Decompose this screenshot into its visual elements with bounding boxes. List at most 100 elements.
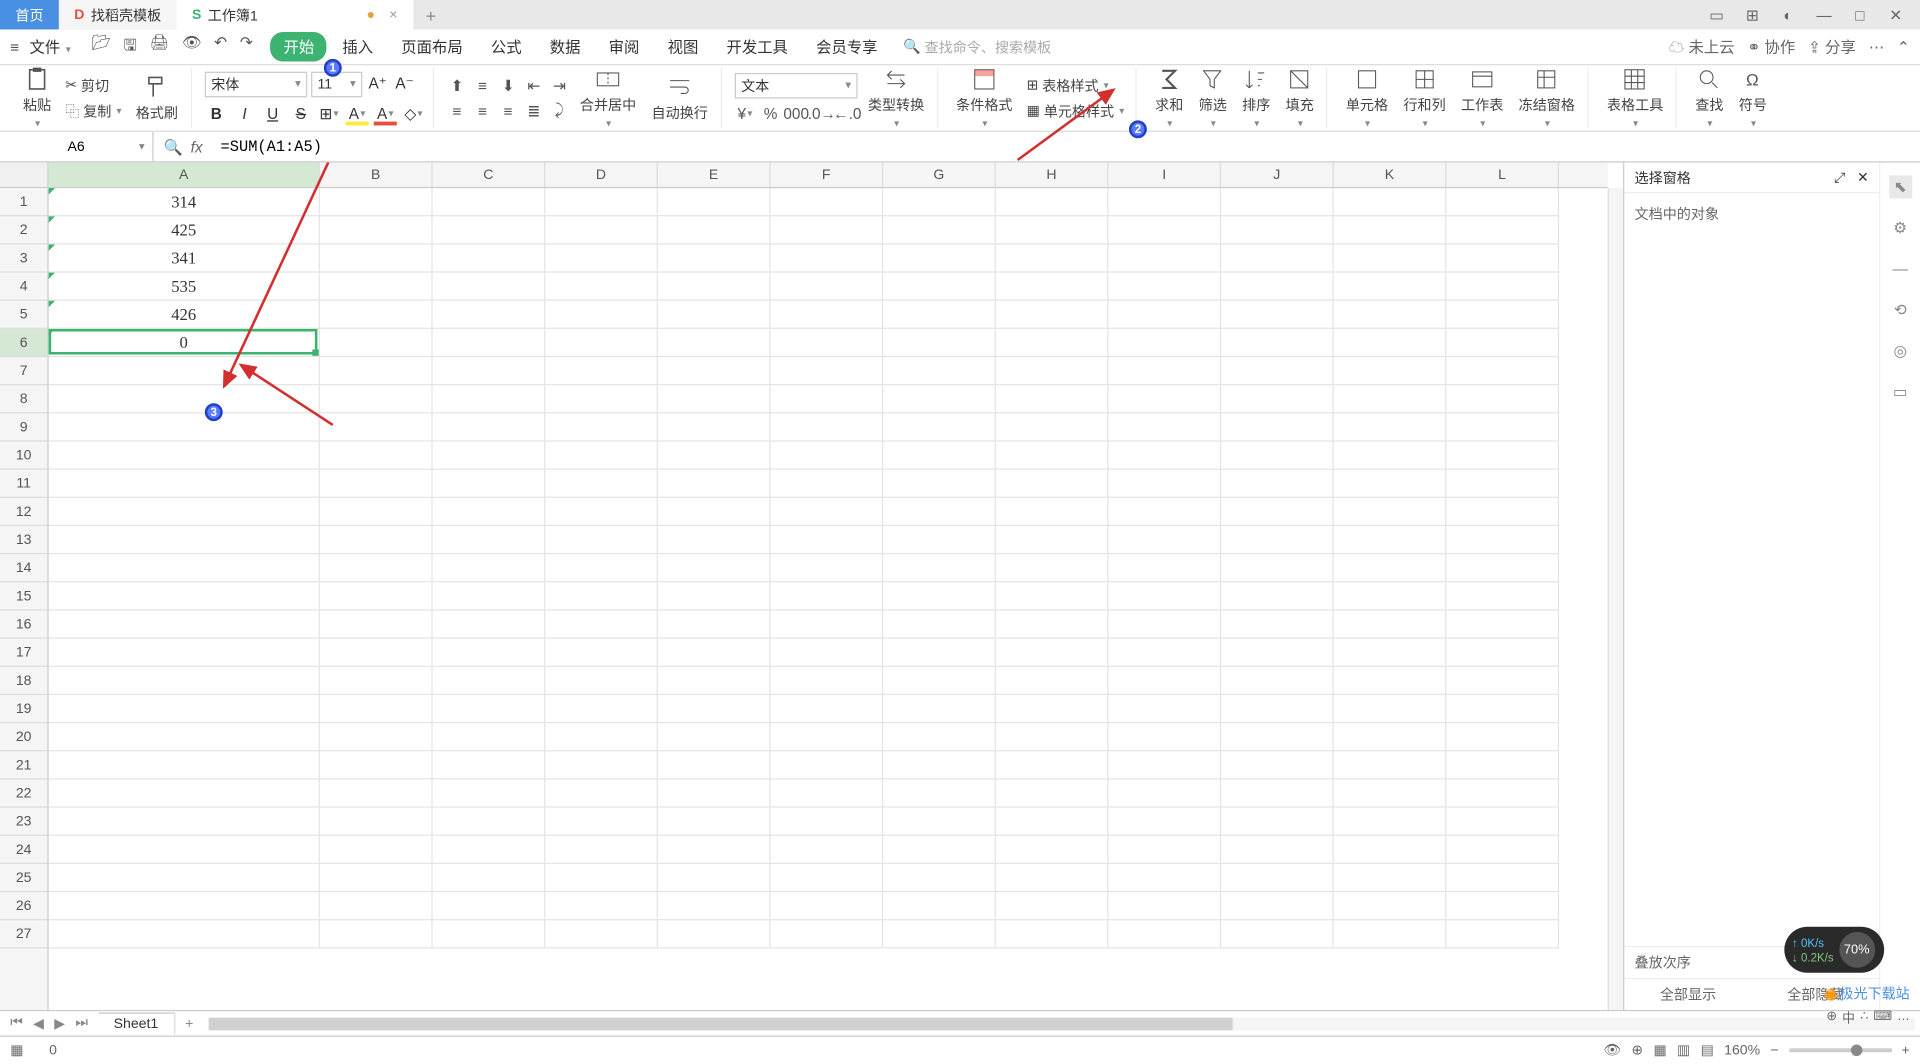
cell-L8[interactable] [1446,385,1559,413]
cell-D18[interactable] [545,667,658,695]
cell-A19[interactable] [49,695,320,723]
cell-B27[interactable] [320,920,433,948]
percent-icon[interactable]: % [760,103,780,123]
cell-H1[interactable] [996,188,1109,216]
cell-J23[interactable] [1221,808,1334,836]
ribbon-tab-pagelayout[interactable]: 页面布局 [388,32,475,61]
view-normal-icon[interactable]: ▦ [1653,1042,1666,1059]
cell-D23[interactable] [545,808,658,836]
cell-I3[interactable] [1108,244,1221,272]
row-header-2[interactable]: 2 [0,216,47,244]
cell-K7[interactable] [1334,357,1447,385]
ribbon-tab-start[interactable]: 开始 [271,32,327,61]
row-header-13[interactable]: 13 [0,526,47,554]
row-header-16[interactable]: 16 [0,611,47,639]
cell-A16[interactable] [49,611,320,639]
share-button[interactable]: ⇪ 分享 [1808,36,1856,58]
border-button[interactable]: ⊞▾ [317,102,340,125]
cell-L14[interactable] [1446,554,1559,582]
name-box-input[interactable] [25,139,127,154]
cell-F2[interactable] [771,216,884,244]
cell-I13[interactable] [1108,526,1221,554]
cell-E7[interactable] [658,357,771,385]
menu-hamburger-icon[interactable]: ≡ [10,38,19,56]
cut-button[interactable]: ✂剪切 [61,74,125,97]
user-icon[interactable]: ◐ [1777,6,1800,24]
cell-E10[interactable] [658,442,771,470]
orientation-icon[interactable]: ⤸ [549,100,569,120]
row-header-6[interactable]: 6 [0,329,47,357]
cell-J20[interactable] [1221,723,1334,751]
fx-icon[interactable]: fx [191,138,203,156]
cell-L16[interactable] [1446,611,1559,639]
cell-F15[interactable] [771,582,884,610]
paste-button[interactable]: 粘贴▾ [18,64,56,132]
row-header-17[interactable]: 17 [0,639,47,667]
font-color-button[interactable]: A▾ [374,102,397,125]
cell-K11[interactable] [1334,470,1447,498]
symbol-button[interactable]: Ω 符号▾ [1734,64,1772,132]
align-middle-icon[interactable]: ≡ [472,75,492,95]
cell-C15[interactable] [433,582,546,610]
cell-F3[interactable] [771,244,884,272]
cell-B8[interactable] [320,385,433,413]
cell-B25[interactable] [320,864,433,892]
cell-F27[interactable] [771,920,884,948]
cell-L18[interactable] [1446,667,1559,695]
cell-E16[interactable] [658,611,771,639]
font-name-select[interactable]: 宋体 [205,71,307,97]
cell-D9[interactable] [545,413,658,441]
cell-K18[interactable] [1334,667,1447,695]
cell-E25[interactable] [658,864,771,892]
cell-L5[interactable] [1446,301,1559,329]
cell-G11[interactable] [883,470,996,498]
cell-H15[interactable] [996,582,1109,610]
cell-C1[interactable] [433,188,546,216]
cell-E5[interactable] [658,301,771,329]
cell-D27[interactable] [545,920,658,948]
cell-F6[interactable] [771,329,884,357]
cell-D7[interactable] [545,357,658,385]
cell-F4[interactable] [771,273,884,301]
cell-D3[interactable] [545,244,658,272]
cell-E26[interactable] [658,892,771,920]
decrease-font-icon[interactable]: A⁻ [393,71,416,94]
find-fx-icon[interactable]: 🔍 [164,138,183,156]
cell-H16[interactable] [996,611,1109,639]
cell-J12[interactable] [1221,498,1334,526]
cell-K17[interactable] [1334,639,1447,667]
close-pane-icon[interactable]: ✕ [1857,170,1869,185]
cell-F23[interactable] [771,808,884,836]
col-header-K[interactable]: K [1334,163,1447,187]
cell-A27[interactable] [49,920,320,948]
cell-F8[interactable] [771,385,884,413]
cell-L20[interactable] [1446,723,1559,751]
sheet-first-icon[interactable]: ⏮ [8,1015,26,1032]
cell-G18[interactable] [883,667,996,695]
cell-K3[interactable] [1334,244,1447,272]
cell-D22[interactable] [545,780,658,808]
format-painter-button[interactable]: 格式刷 [131,71,183,125]
cell-F1[interactable] [771,188,884,216]
cell-H7[interactable] [996,357,1109,385]
freeze-button[interactable]: 冻结窗格▾ [1514,64,1581,132]
rowcol-button[interactable]: 行和列▾ [1398,64,1450,132]
cell-L6[interactable] [1446,329,1559,357]
sheet-tab-1[interactable]: Sheet1 [98,1012,175,1034]
cell-J19[interactable] [1221,695,1334,723]
cell-D20[interactable] [545,723,658,751]
cell-K19[interactable] [1334,695,1447,723]
cell-A25[interactable] [49,864,320,892]
cell-A7[interactable] [49,357,320,385]
cell-E6[interactable] [658,329,771,357]
cell-B6[interactable] [320,329,433,357]
cell-J14[interactable] [1221,554,1334,582]
cell-L9[interactable] [1446,413,1559,441]
cell-D12[interactable] [545,498,658,526]
view-break-icon[interactable]: ▤ [1701,1042,1714,1059]
cell-C23[interactable] [433,808,546,836]
cell-H5[interactable] [996,301,1109,329]
cell-L4[interactable] [1446,273,1559,301]
cell-H17[interactable] [996,639,1109,667]
cell-B16[interactable] [320,611,433,639]
